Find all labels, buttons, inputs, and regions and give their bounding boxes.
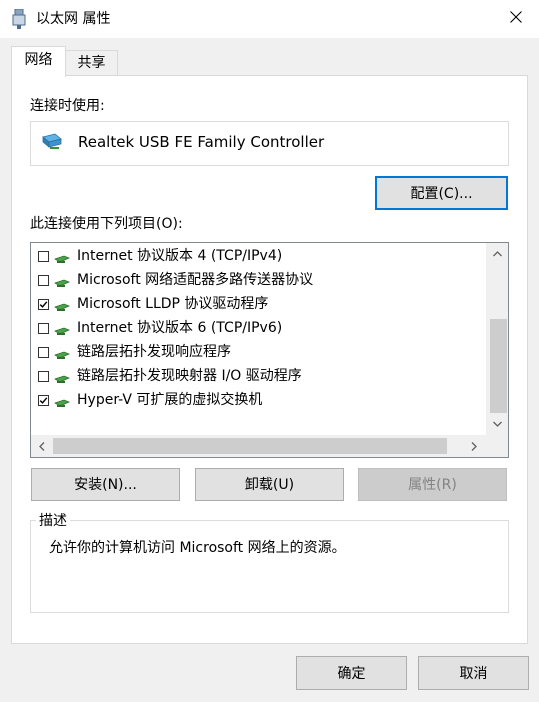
scroll-down-button[interactable] (486, 413, 508, 435)
network-component-icon (54, 276, 71, 288)
items-label: 此连接使用下列项目(O): (30, 216, 183, 232)
description-group (30, 520, 509, 613)
network-component-icon (54, 396, 71, 408)
list-item[interactable]: Microsoft LLDP 协议驱动程序 (31, 292, 486, 316)
window-title: 以太网 属性 (36, 11, 111, 27)
ok-button[interactable]: 确定 (296, 656, 407, 690)
list-item[interactable]: 链路层拓扑发现映射器 I/O 驱动程序 (31, 364, 486, 388)
check-icon (39, 301, 48, 308)
item-label: Microsoft 网络适配器多路传送器协议 (77, 272, 314, 288)
item-label: 链路层拓扑发现响应程序 (77, 344, 231, 360)
item-label: Hyper-V 可扩展的虚拟交换机 (77, 392, 263, 408)
horizontal-scroll-thumb[interactable] (53, 438, 447, 454)
title-bar: 以太网 属性 (0, 0, 539, 38)
tab-sharing[interactable]: 共享 (66, 50, 118, 75)
install-button[interactable]: 安装(N)... (31, 468, 180, 501)
description-legend: 描述 (36, 512, 70, 530)
network-adapter-icon (12, 8, 26, 29)
cancel-button[interactable]: 取消 (418, 656, 529, 690)
close-icon (510, 11, 522, 27)
list-item[interactable]: 链路层拓扑发现响应程序 (31, 340, 486, 364)
list-item[interactable]: Internet 协议版本 6 (TCP/IPv6) (31, 316, 486, 340)
scroll-up-button[interactable] (486, 243, 508, 265)
item-checkbox[interactable] (38, 299, 49, 310)
network-component-icon (54, 372, 71, 384)
item-checkbox[interactable] (38, 275, 49, 286)
properties-button: 属性(R) (358, 468, 507, 501)
scroll-right-button[interactable] (463, 435, 485, 457)
list-item[interactable]: Internet 协议版本 4 (TCP/IPv4) (31, 244, 486, 268)
network-component-icon (54, 252, 71, 264)
item-checkbox[interactable] (38, 347, 49, 358)
network-component-icon (54, 324, 71, 336)
network-card-icon (42, 133, 62, 151)
item-label: Microsoft LLDP 协议驱动程序 (77, 296, 269, 312)
item-checkbox[interactable] (38, 251, 49, 262)
item-label: Internet 协议版本 6 (TCP/IPv6) (77, 320, 283, 336)
item-checkbox[interactable] (38, 323, 49, 334)
item-checkbox[interactable] (38, 395, 49, 406)
uninstall-button[interactable]: 卸载(U) (195, 468, 344, 501)
scroll-left-button[interactable] (31, 435, 53, 457)
item-label: Internet 协议版本 4 (TCP/IPv4) (77, 248, 283, 264)
list-item[interactable]: Hyper-V 可扩展的虚拟交换机 (31, 388, 486, 412)
chevron-left-icon (39, 441, 45, 451)
configure-button[interactable]: 配置(C)... (375, 176, 508, 210)
vertical-scrollbar[interactable] (486, 243, 508, 435)
network-component-icon (54, 300, 71, 312)
chevron-up-icon (492, 251, 502, 257)
items-list: Internet 协议版本 4 (TCP/IPv4) Microsoft 网络适… (30, 242, 509, 458)
vertical-scroll-thumb[interactable] (490, 319, 507, 413)
adapter-name: Realtek USB FE Family Controller (78, 133, 325, 151)
connect-using-label: 连接时使用: (30, 98, 105, 114)
chevron-right-icon (471, 441, 477, 451)
check-icon (39, 397, 48, 404)
close-button[interactable] (493, 0, 539, 38)
list-item[interactable]: Microsoft 网络适配器多路传送器协议 (31, 268, 486, 292)
chevron-down-icon (492, 421, 502, 427)
description-text: 允许你的计算机访问 Microsoft 网络上的资源。 (49, 540, 346, 556)
network-component-icon (54, 348, 71, 360)
tab-network[interactable]: 网络 (11, 46, 66, 77)
item-checkbox[interactable] (38, 371, 49, 382)
item-label: 链路层拓扑发现映射器 I/O 驱动程序 (77, 368, 302, 384)
horizontal-scrollbar[interactable] (31, 435, 508, 457)
scrollbar-corner (486, 435, 508, 457)
adapter-box: Realtek USB FE Family Controller (30, 121, 509, 166)
